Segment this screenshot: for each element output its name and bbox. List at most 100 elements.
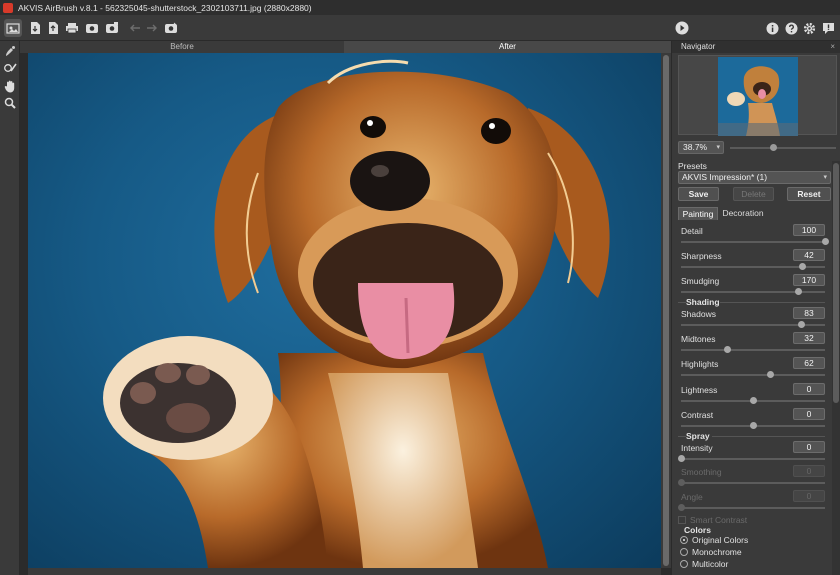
angle-value[interactable]: 0: [793, 490, 825, 502]
sharpness-slider[interactable]: [681, 263, 825, 270]
tab-before[interactable]: Before: [20, 41, 344, 53]
info-icon[interactable]: [763, 19, 781, 37]
app-logo-icon: [3, 2, 13, 13]
delete-preset-button[interactable]: Delete: [733, 187, 774, 201]
contrast-value[interactable]: 0: [793, 408, 825, 420]
open-image-icon[interactable]: [4, 19, 22, 37]
detail-value[interactable]: 100: [793, 224, 825, 236]
radio-monochrome[interactable]: [680, 548, 688, 556]
undo-icon[interactable]: [126, 19, 144, 37]
import-icon[interactable]: [26, 19, 44, 37]
radio-original-colors[interactable]: [680, 536, 688, 544]
zoom-arrow-icon: ▾: [716, 144, 720, 151]
sharpness-value[interactable]: 42: [793, 249, 825, 261]
smudging-slider[interactable]: [681, 288, 825, 295]
smoothing-value[interactable]: 0: [793, 465, 825, 477]
print-icon[interactable]: [63, 19, 81, 37]
highlights-slider-knob[interactable]: [767, 371, 775, 378]
tab-decoration[interactable]: Decoration: [718, 207, 768, 220]
intensity-slider-knob[interactable]: [678, 455, 685, 462]
smoothing-slider-knob[interactable]: [678, 479, 685, 486]
detail-label: Detail: [681, 226, 703, 236]
dog-painting: [103, 59, 610, 568]
lightness-slider-knob[interactable]: [750, 397, 757, 404]
midtones-value[interactable]: 32: [793, 332, 825, 344]
param-angle: Angle 0: [672, 489, 832, 513]
smoothing-slider[interactable]: [678, 479, 825, 486]
batch-processing-icon[interactable]: [162, 19, 180, 37]
spray-divider-left: [678, 436, 686, 437]
intensity-label: Intensity: [681, 443, 713, 453]
shadows-slider-knob[interactable]: [797, 321, 805, 328]
detail-slider-knob[interactable]: [822, 238, 829, 245]
batch-icon[interactable]: [103, 19, 121, 37]
contrast-slider-knob[interactable]: [750, 422, 757, 429]
canvas-scroll-thumb[interactable]: [663, 55, 669, 566]
hand-tool-icon[interactable]: [3, 79, 17, 93]
notifications-icon[interactable]: [819, 19, 837, 37]
save-preset-button[interactable]: Save: [678, 187, 719, 201]
tab-painting[interactable]: Painting: [678, 207, 718, 220]
panel-scroll-thumb[interactable]: [833, 163, 839, 403]
reset-preset-button[interactable]: Reset: [787, 187, 831, 201]
export-icon[interactable]: [44, 19, 62, 37]
angle-slider-knob[interactable]: [678, 504, 685, 511]
canvas-vertical-scrollbar[interactable]: [661, 53, 671, 568]
param-contrast: Contrast 0: [672, 407, 832, 431]
smudging-value[interactable]: 170: [793, 274, 825, 286]
midtones-slider-knob[interactable]: [724, 346, 732, 353]
spray-divider-right: [712, 436, 825, 437]
param-shadows: Shadows 83: [672, 306, 832, 330]
angle-slider[interactable]: [678, 504, 825, 511]
zoom-row: 38.7% ▾: [678, 141, 838, 155]
result-image[interactable]: [28, 53, 661, 568]
run-icon[interactable]: [673, 19, 691, 37]
monochrome-label: Monochrome: [692, 547, 742, 557]
navigator-preview[interactable]: [678, 55, 837, 136]
hand-brush-icon[interactable]: [3, 44, 17, 58]
highlights-slider[interactable]: [681, 371, 825, 378]
intensity-value[interactable]: 0: [793, 441, 825, 453]
share-icon[interactable]: [83, 19, 101, 37]
shadows-slider[interactable]: [681, 321, 825, 328]
contrast-slider[interactable]: [681, 422, 825, 429]
navigator-close-icon[interactable]: ×: [830, 41, 835, 53]
canvas-horizontal-scrollbar[interactable]: [28, 568, 661, 575]
main-toolbar: [0, 15, 840, 41]
shadows-value[interactable]: 83: [793, 307, 825, 319]
zoom-slider-knob[interactable]: [770, 144, 777, 151]
presets-dropdown[interactable]: AKVIS Impression* (1) ▾: [678, 171, 831, 184]
tab-after[interactable]: After: [344, 41, 671, 53]
lightness-slider[interactable]: [681, 397, 825, 404]
window-title: AKVIS AirBrush v.8.1 - 562325045-shutter…: [18, 2, 312, 13]
shading-divider-left: [678, 302, 686, 303]
panel-scrollbar[interactable]: [832, 161, 840, 575]
detail-slider[interactable]: [681, 238, 829, 245]
midtones-slider[interactable]: [681, 346, 825, 353]
smart-contrast-checkbox[interactable]: [678, 516, 686, 524]
help-icon[interactable]: [782, 19, 800, 37]
tool-panel: [0, 41, 20, 575]
zoom-tool-icon[interactable]: [3, 96, 17, 110]
highlights-value[interactable]: 62: [793, 357, 825, 369]
intensity-slider[interactable]: [678, 455, 825, 462]
param-sharpness: Sharpness 42: [672, 248, 832, 272]
param-lightness: Lightness 0: [672, 382, 832, 406]
multicolor-label: Multicolor: [692, 559, 729, 569]
lightness-value[interactable]: 0: [793, 383, 825, 395]
zoom-dropdown[interactable]: 38.7% ▾: [678, 141, 724, 154]
sharpness-slider-knob[interactable]: [798, 263, 806, 270]
navigator-thumbnail: [718, 57, 798, 136]
zoom-slider[interactable]: [730, 144, 836, 151]
sharpness-label: Sharpness: [681, 251, 722, 261]
before-after-tabs: Before After: [20, 41, 671, 53]
redo-icon[interactable]: [143, 19, 161, 37]
param-smudging: Smudging 170: [672, 273, 832, 297]
colors-group-title: Colors: [684, 525, 711, 535]
radio-multicolor[interactable]: [680, 560, 688, 568]
retouch-brush-icon[interactable]: [3, 61, 17, 75]
smart-contrast-label: Smart Contrast: [690, 515, 748, 525]
smudging-slider-knob[interactable]: [794, 288, 802, 295]
chevron-down-icon: ▾: [823, 174, 827, 181]
settings-icon[interactable]: [800, 19, 818, 37]
